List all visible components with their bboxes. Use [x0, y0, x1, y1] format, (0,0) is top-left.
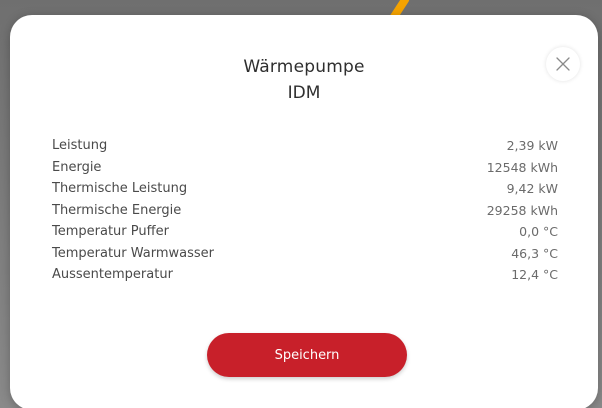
- metric-row-temperatur-warmwasser: Temperatur Warmwasser 46,3 °C: [52, 243, 558, 265]
- modal-title: Wärmepumpe: [243, 57, 365, 77]
- modal-subtitle: IDM: [287, 83, 321, 103]
- close-icon: [556, 57, 570, 71]
- modal-dialog: Wärmepumpe IDM Leistung 2,39 kW Energie …: [10, 15, 598, 408]
- screen: Wärmepumpe IDM Leistung 2,39 kW Energie …: [0, 0, 602, 408]
- metric-label: Thermische Energie: [52, 202, 182, 218]
- save-button[interactable]: Speichern: [207, 333, 407, 377]
- metric-row-leistung: Leistung 2,39 kW: [52, 135, 558, 157]
- metric-row-temperatur-puffer: Temperatur Puffer 0,0 °C: [52, 221, 558, 243]
- metric-value: 2,39 kW: [506, 138, 558, 154]
- metric-row-energie: Energie 12548 kWh: [52, 157, 558, 179]
- modal-header: Wärmepumpe IDM: [10, 55, 598, 105]
- metric-value: 46,3 °C: [511, 245, 558, 261]
- metric-label: Aussentemperatur: [52, 267, 173, 283]
- metric-value: 9,42 kW: [506, 181, 558, 197]
- metric-row-thermische-energie: Thermische Energie 29258 kWh: [52, 200, 558, 222]
- metric-row-thermische-leistung: Thermische Leistung 9,42 kW: [52, 178, 558, 200]
- metric-label: Temperatur Warmwasser: [52, 245, 215, 261]
- metric-label: Energie: [52, 159, 102, 175]
- metric-value: 0,0 °C: [519, 224, 558, 240]
- metric-value: 12,4 °C: [511, 267, 558, 283]
- metric-row-aussentemperatur: Aussentemperatur 12,4 °C: [52, 264, 558, 286]
- close-button[interactable]: [546, 47, 580, 81]
- metric-label: Thermische Leistung: [52, 181, 188, 197]
- metric-label: Temperatur Puffer: [52, 224, 169, 240]
- metric-value: 12548 kWh: [486, 159, 558, 175]
- metric-value: 29258 kWh: [486, 202, 558, 218]
- metric-label: Leistung: [52, 138, 108, 154]
- metrics-list: Leistung 2,39 kW Energie 12548 kWh Therm…: [52, 135, 558, 286]
